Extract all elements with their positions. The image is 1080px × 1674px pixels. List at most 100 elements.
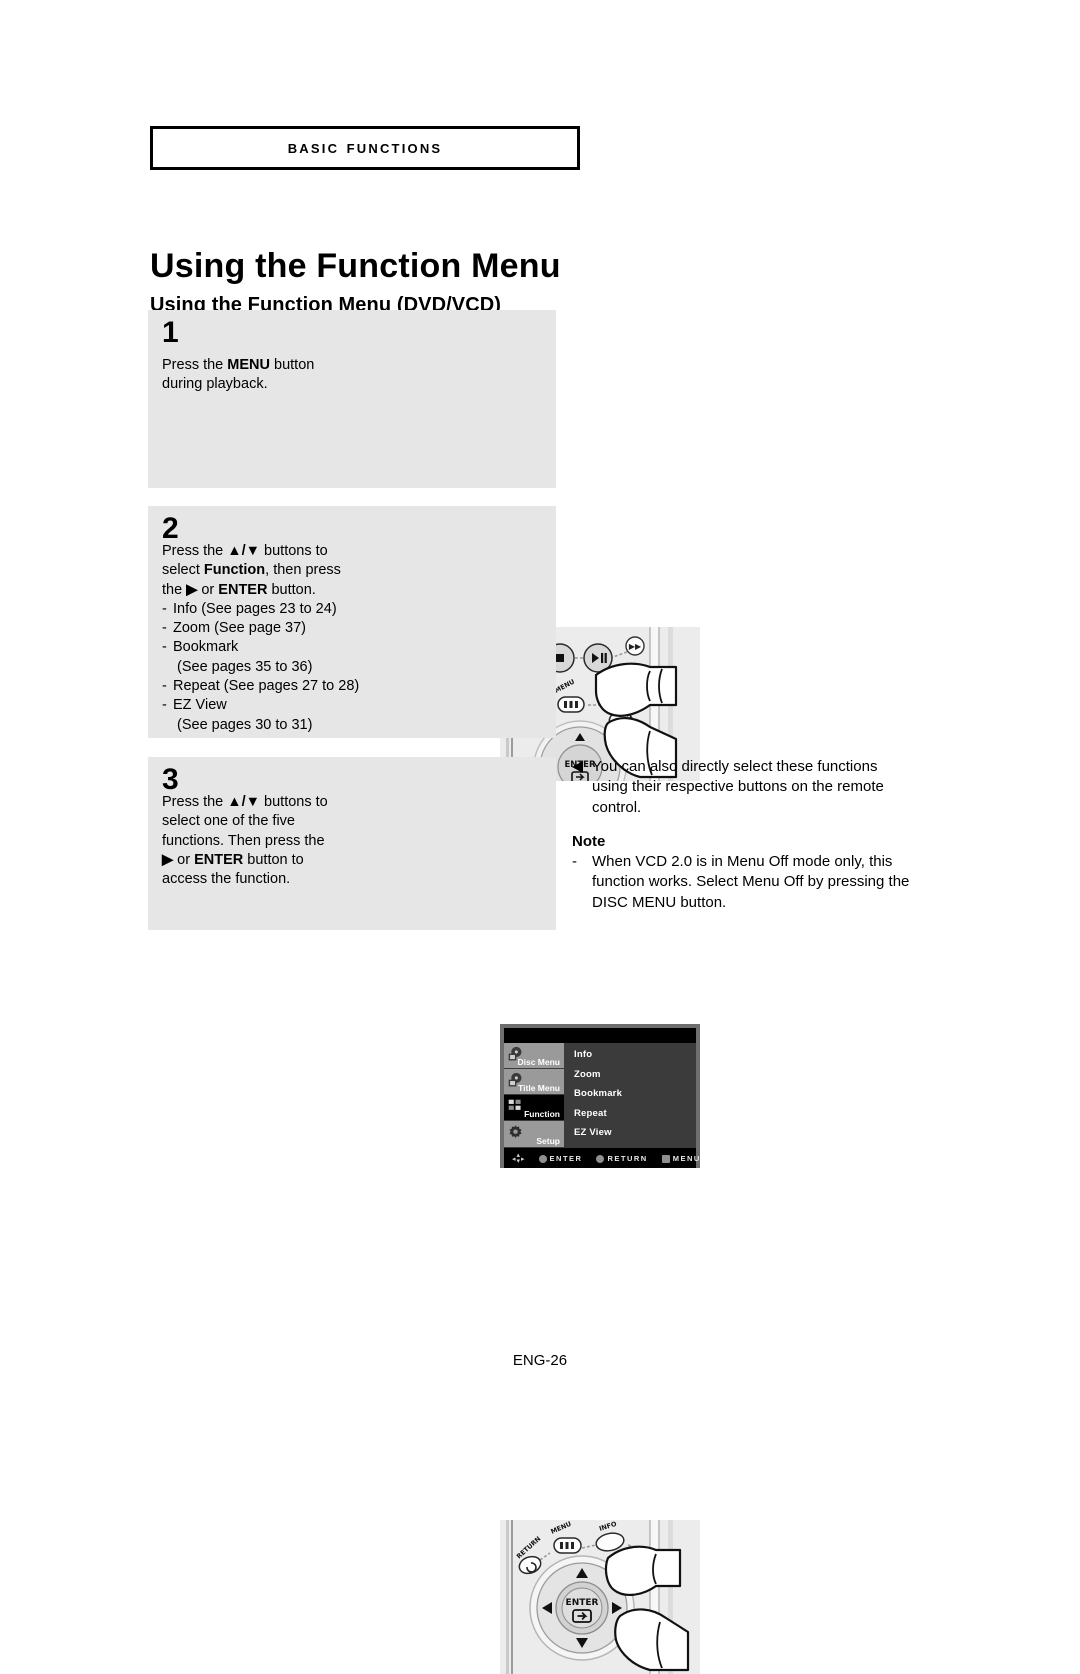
dash-marker: - [162, 677, 167, 694]
function-icon [507, 1098, 524, 1115]
list-item-label: Info (See pages 23 to 24) [173, 600, 337, 617]
step-number: 2 [162, 512, 179, 545]
osd-sidebar-item-disc-menu[interactable]: Disc Menu [504, 1043, 564, 1070]
step-instruction-text: Press the ▲/▼ buttons to select one of t… [162, 793, 362, 889]
step-number: 1 [162, 316, 179, 349]
page-title: Using the Function Menu [150, 246, 561, 285]
gear-icon [507, 1124, 524, 1141]
osd-menu-items: Info Zoom Bookmark Repeat EZ View [564, 1043, 696, 1148]
osd-menu-item-zoom[interactable]: Zoom [574, 1069, 696, 1080]
step3-line1-post: buttons to [260, 794, 328, 810]
tip-row: You can also directly select these funct… [572, 757, 954, 818]
step-panel-3: 3 Press the ▲/▼ buttons to select one of… [148, 757, 700, 1674]
osd-sidebar-label: Title Menu [518, 1083, 560, 1094]
osd-function-menu-screenshot: Disc Menu Title Menu Function Setup Info… [500, 1024, 700, 1168]
step3-line1-pre: Press the [162, 794, 228, 810]
osd-menu-item-repeat[interactable]: Repeat [574, 1108, 696, 1119]
list-item-continuation: (See pages 35 to 36) [177, 658, 313, 675]
dash-marker: - [162, 639, 167, 656]
osd-sidebar-label: Setup [536, 1135, 560, 1146]
dash-marker: - [162, 600, 167, 617]
list-item: - EZ View (See pages 30 to 31) [162, 696, 362, 735]
function-reference-list: - Info (See pages 23 to 24) - Zoom (See pa… [162, 600, 362, 735]
dpad-icon: ◂ ▴ ▾ ▸ [512, 1152, 525, 1165]
note-line-2: function works. Select Menu Off by press… [592, 873, 910, 891]
right-arrow-icon: ▶ [186, 581, 198, 598]
osd-hint-menu: MENU [661, 1154, 700, 1163]
list-item-label: Zoom (See page 37) [173, 620, 306, 637]
step-panel-1: 1 Press the MENU button during playback. [148, 310, 700, 781]
note-body: - When VCD 2.0 is in Menu Off mode only,… [572, 852, 974, 913]
left-triangle-icon [572, 761, 583, 773]
osd-hint-enter: ENTER [538, 1154, 583, 1163]
osd-sidebar-item-setup[interactable]: Setup [504, 1121, 564, 1148]
note-line-1: When VCD 2.0 is in Menu Off mode only, t… [592, 853, 893, 870]
page-number-label: ENG-26 [512, 1352, 568, 1369]
step3-line5: access the function. [162, 871, 291, 888]
list-item: - Zoom (See page 37) [162, 619, 362, 638]
osd-bezel: Disc Menu Title Menu Function Setup Info… [500, 1024, 700, 1168]
osd-hint-label: ENTER [549, 1154, 583, 1163]
step-number: 3 [162, 763, 179, 796]
note-line-3: DISC MENU button. [592, 893, 727, 911]
list-item-label: EZ View [173, 697, 227, 714]
step2-line3-pre: the [162, 581, 187, 598]
chapter-title: Basic Functions [287, 137, 443, 158]
step2-line2-post: , then press [265, 562, 341, 579]
svg-text:ENTER: ENTER [566, 1598, 599, 1608]
osd-menu-item-bookmark[interactable]: Bookmark [574, 1089, 696, 1099]
svg-text:▶▶: ▶▶ [629, 642, 642, 651]
remote-illustration: RETURN MENU INFO ENTER [500, 1520, 700, 1674]
step-panel-2: 2 Press the ▲/▼ buttons to select Functi… [148, 506, 700, 1168]
remote-tip-callout: You can also directly select these funct… [572, 757, 954, 818]
list-item-label: Bookmark [173, 639, 239, 656]
chapter-header-box: Basic Functions [150, 126, 580, 170]
updown-arrows-icon: ▲/▼ [227, 543, 261, 559]
function-keyword: Function [203, 562, 266, 579]
enter-keyword: ENTER [218, 581, 268, 598]
step2-line2-pre: select [162, 562, 204, 579]
osd-sidebar-label: Function [524, 1109, 560, 1120]
osd-hint-label: RETURN [607, 1154, 648, 1163]
list-item-continuation: (See pages 30 to 31) [177, 716, 313, 733]
step3-line3: functions. Then press the [162, 832, 325, 849]
step1-text-post: button [269, 357, 315, 373]
enter-key-icon [538, 1154, 547, 1163]
osd-hint-label: MENU [672, 1154, 700, 1163]
osd-sidebar-item-function[interactable]: Function [504, 1095, 564, 1122]
menu-key-icon [661, 1154, 670, 1163]
return-key-icon [596, 1154, 605, 1163]
right-arrow-icon: ▶ [162, 851, 174, 868]
step2-line3-post: button. [267, 581, 316, 598]
dash-marker: - [162, 620, 167, 637]
step1-text-pre: Press the [162, 357, 228, 373]
osd-screen: Disc Menu Title Menu Function Setup Info… [504, 1028, 699, 1168]
page-footer: ENG-26 [0, 1352, 1080, 1369]
dash-marker: - [162, 697, 167, 714]
step-instruction-text: Press the ▲/▼ buttons to select Function… [162, 542, 362, 735]
list-item: - Info (See pages 23 to 24) [162, 600, 362, 619]
osd-hint-return: RETURN [596, 1154, 647, 1163]
osd-sidebar: Disc Menu Title Menu Function Setup [504, 1043, 564, 1148]
step1-menu-keyword: MENU [227, 357, 270, 373]
osd-menu-item-info[interactable]: Info [574, 1050, 696, 1060]
step2-line1-post: buttons to [260, 543, 328, 559]
osd-body: Disc Menu Title Menu Function Setup Info… [504, 1043, 696, 1148]
title-menu-icon [507, 1072, 524, 1089]
enter-keyword: ENTER [194, 851, 244, 868]
step2-line3-mid: or [197, 581, 219, 598]
osd-menu-item-ez-view[interactable]: EZ View [574, 1128, 696, 1138]
tip-line-3: control. [592, 798, 642, 816]
tip-line-2: using their respective buttons on the re… [592, 778, 884, 796]
dash-marker: - [572, 853, 577, 870]
list-item: - Bookmark (See pages 35 to 36) [162, 638, 362, 677]
note-heading: Note [572, 833, 606, 850]
osd-top-bar [504, 1028, 696, 1043]
list-item: - Repeat (See pages 27 to 28) [162, 677, 362, 696]
osd-footer-hint-bar: ◂ ▴ ▾ ▸ ENTER RETURN MENU [504, 1147, 699, 1168]
list-item-label: Repeat (See pages 27 to 28) [173, 677, 360, 694]
osd-sidebar-item-title-menu[interactable]: Title Menu [504, 1069, 564, 1096]
remote-control-enter-button-photo: RETURN MENU INFO ENTER [500, 1520, 700, 1674]
step3-line4-mid: or [173, 851, 195, 868]
step1-text-line2: during playback. [162, 376, 268, 393]
